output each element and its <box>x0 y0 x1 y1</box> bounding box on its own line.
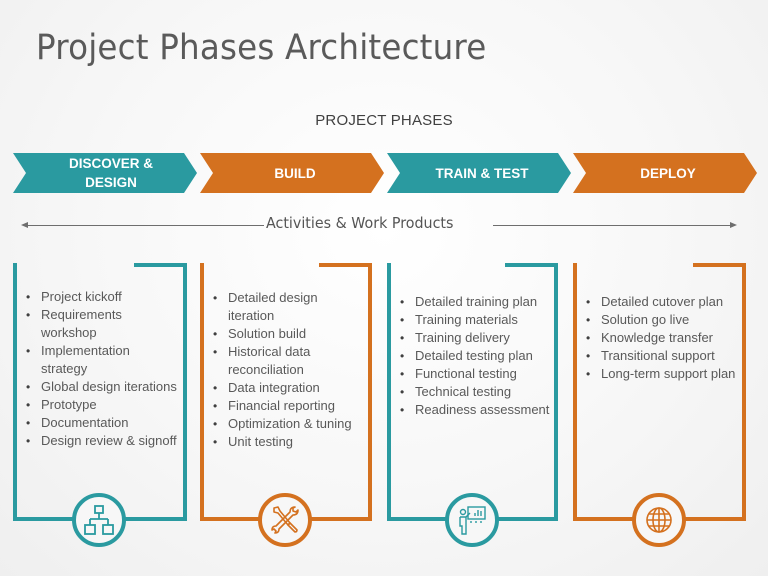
hierarchy-icon-circle <box>72 493 126 547</box>
panel-border-right <box>183 263 187 521</box>
panel-border-left <box>200 263 204 521</box>
activity-panel-deploy: Detailed cutover plan Solution go live K… <box>573 263 746 521</box>
phase-chevron-build: BUILD <box>200 153 384 193</box>
phase-label: DEPLOY <box>640 165 696 181</box>
list-item: Transitional support <box>586 347 742 365</box>
activity-panel-train-test: Detailed training plan Training material… <box>387 263 558 521</box>
panel-border-right <box>554 263 558 521</box>
tools-icon-circle <box>258 493 312 547</box>
list-item: Detailed training plan <box>400 293 554 311</box>
list-item: Detailed cutover plan <box>586 293 742 311</box>
list-item: Readiness assessment <box>400 401 554 419</box>
page-title: Project Phases Architecture <box>36 28 487 68</box>
arrow-line-left <box>26 225 264 226</box>
list-item: Training materials <box>400 311 554 329</box>
list-item: Detailed design iteration <box>213 289 362 325</box>
list-item: Functional testing <box>400 365 554 383</box>
panel-border-left <box>387 263 391 521</box>
section-subtitle: PROJECT PHASES <box>315 112 453 129</box>
activity-list: Detailed cutover plan Solution go live K… <box>583 293 742 383</box>
list-item: Solution go live <box>586 311 742 329</box>
phase-chevron-train-test: TRAIN & TEST <box>387 153 571 193</box>
panel-border-right <box>742 263 746 521</box>
list-item: Implementation strategy <box>26 342 177 378</box>
list-item: Optimization & tuning <box>213 415 362 433</box>
panel-border-top <box>505 263 558 267</box>
list-item: Training delivery <box>400 329 554 347</box>
panel-border-top <box>319 263 372 267</box>
list-item: Financial reporting <box>213 397 362 415</box>
list-item: Technical testing <box>400 383 554 401</box>
list-item: Requirements workshop <box>26 306 177 342</box>
activity-panel-build: Detailed design iteration Solution build… <box>200 263 372 521</box>
list-item: Knowledge transfer <box>586 329 742 347</box>
tools-icon <box>271 506 299 534</box>
phase-chevron-deploy: DEPLOY <box>573 153 757 193</box>
activity-list: Detailed design iteration Solution build… <box>210 289 362 451</box>
arrow-line-right <box>493 225 733 226</box>
list-item: Solution build <box>213 325 362 343</box>
globe-icon-circle <box>632 493 686 547</box>
activity-list: Detailed training plan Training material… <box>397 293 554 419</box>
list-item: Prototype <box>26 396 177 414</box>
list-item: Design review & signoff <box>26 432 177 450</box>
phase-label-line2: DESIGN <box>85 175 137 190</box>
panel-border-top <box>134 263 187 267</box>
arrow-right-head <box>730 222 737 228</box>
presentation-icon <box>459 506 486 535</box>
list-item: Long-term support plan <box>586 365 742 383</box>
panel-border-right <box>368 263 372 521</box>
list-item: Data integration <box>213 379 362 397</box>
list-item: Detailed testing plan <box>400 347 554 365</box>
activity-panel-discover-design: Project kickoff Requirements workshop Im… <box>13 263 187 521</box>
presentation-icon-circle <box>445 493 499 547</box>
list-item: Historical data reconciliation <box>213 343 362 379</box>
list-item: Global design iterations <box>26 378 177 396</box>
panel-border-left <box>573 263 577 521</box>
list-item: Documentation <box>26 414 177 432</box>
phase-label: BUILD <box>274 165 316 181</box>
hierarchy-chart-icon <box>84 505 114 535</box>
panel-border-left <box>13 263 17 521</box>
list-item: Project kickoff <box>26 288 177 306</box>
phase-label-line1: DISCOVER & <box>68 156 153 171</box>
panel-border-top <box>693 263 746 267</box>
phase-label: TRAIN & TEST <box>435 165 529 181</box>
phase-chevron-discover-design: DISCOVER & DESIGN <box>13 153 197 193</box>
list-item: Unit testing <box>213 433 362 451</box>
activities-label: Activities & Work Products <box>266 214 454 232</box>
globe-icon <box>646 507 672 533</box>
activity-list: Project kickoff Requirements workshop Im… <box>23 288 177 450</box>
